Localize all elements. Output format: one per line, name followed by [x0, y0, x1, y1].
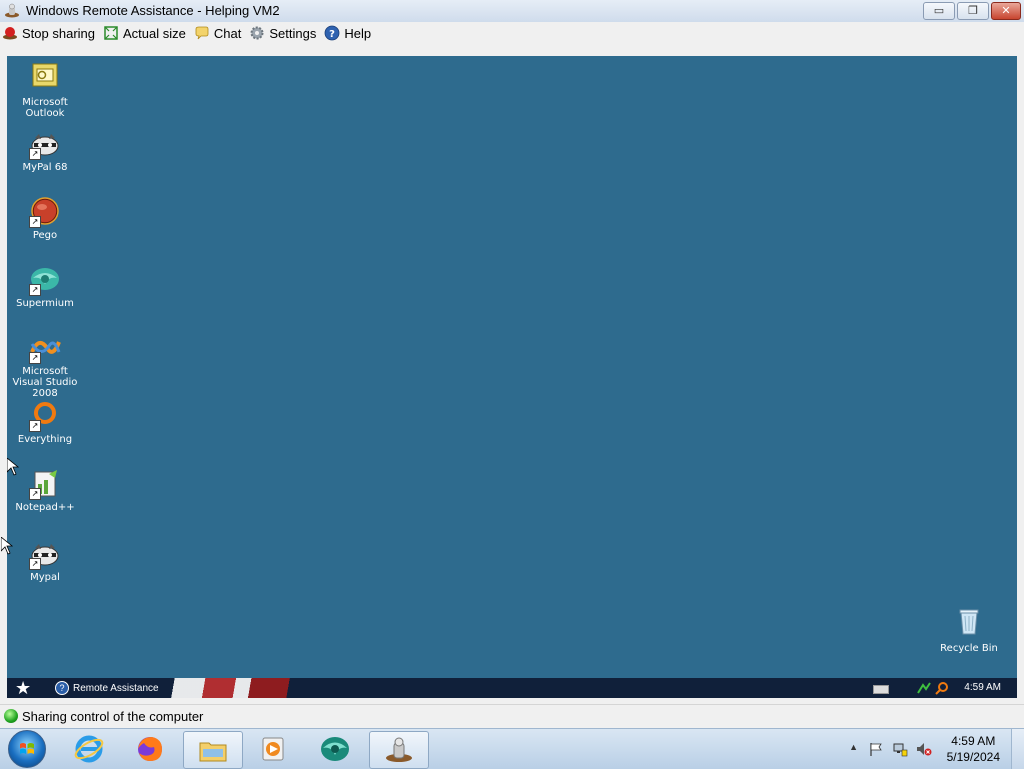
window-controls: ▭ ❐ ✕ — [923, 2, 1021, 20]
desktop-icon-outlook[interactable]: Microsoft Outlook — [7, 60, 83, 119]
settings-label: Settings — [269, 25, 317, 41]
windows-logo-icon — [20, 743, 34, 754]
recycle-bin-icon — [959, 609, 979, 635]
flag-decoration — [167, 678, 317, 698]
close-button[interactable]: ✕ — [991, 2, 1021, 20]
stop-sharing-label: Stop sharing — [22, 25, 95, 41]
desktop-icon-label: Mypal — [30, 572, 60, 583]
show-hidden-icons-button[interactable]: ▲ — [849, 742, 858, 752]
taskbar-pin-supermium[interactable] — [306, 731, 364, 767]
shortcut-arrow-icon: ↗ — [29, 148, 41, 160]
remote-taskbar: ★ ? Remote Assistance 4:59 AM — [7, 678, 1017, 698]
settings-button[interactable]: Settings — [249, 23, 316, 43]
volume-muted-icon[interactable] — [916, 741, 932, 757]
remote-desktop[interactable]: Microsoft Outlook ↗ MyPal 68 ↗ Pego ↗ Su… — [7, 56, 1017, 678]
visual-studio-icon: ↗ — [29, 332, 61, 364]
help-button[interactable]: ? Help — [324, 23, 371, 43]
shortcut-arrow-icon: ↗ — [29, 558, 41, 570]
taskbar-pin-file-explorer[interactable] — [183, 731, 243, 769]
shortcut-arrow-icon: ↗ — [29, 352, 41, 364]
supermium-icon — [321, 737, 349, 761]
desktop-icon-supermium[interactable]: ↗ Supermium — [7, 264, 83, 309]
desktop-icon-visual-studio[interactable]: ↗ Microsoft Visual Studio 2008 — [7, 332, 83, 399]
mypal-icon: ↗ — [29, 128, 61, 160]
remote-task-label: Remote Assistance — [73, 682, 159, 694]
stop-sharing-button[interactable]: Stop sharing — [2, 23, 95, 43]
desktop-icon-mypal-68[interactable]: ↗ MyPal 68 — [7, 128, 83, 173]
remote-assistance-icon — [5, 3, 19, 18]
shortcut-arrow-icon: ↗ — [29, 216, 41, 228]
toolbar: Stop sharing Actual size Chat Settings ?… — [0, 22, 1024, 44]
desktop-icon-mypal[interactable]: ↗ Mypal — [7, 538, 83, 583]
remote-start-button[interactable]: ★ — [15, 678, 31, 698]
help-label: Help — [344, 25, 372, 41]
desktop-icon-label: Microsoft Visual Studio 2008 — [12, 366, 78, 399]
svg-text:?: ? — [329, 29, 335, 40]
desktop-icon-label: Recycle Bin — [940, 643, 998, 654]
minimize-icon: ▭ — [933, 4, 945, 17]
status-text: Sharing control of the computer — [22, 708, 204, 724]
start-button[interactable] — [8, 730, 46, 768]
shortcut-arrow-icon: ↗ — [29, 284, 41, 296]
help-icon: ? — [55, 681, 69, 695]
chat-label: Chat — [213, 25, 242, 41]
notepadpp-icon: ↗ — [29, 468, 61, 500]
internet-explorer-icon — [74, 735, 104, 763]
host-taskbar: ▲ 4:59 AM 5/19/2024 — [0, 728, 1024, 769]
minimize-button[interactable]: ▭ — [923, 2, 955, 20]
chat-button[interactable]: Chat — [194, 23, 241, 43]
taskbar-pin-internet-explorer[interactable] — [60, 731, 118, 767]
help-icon: ? — [324, 25, 340, 41]
actual-size-button[interactable]: Actual size — [103, 23, 186, 43]
shortcut-arrow-icon: ↗ — [29, 420, 41, 432]
outlook-icon — [32, 63, 58, 87]
desktop-icon-label: Supermium — [16, 298, 74, 309]
chat-icon — [195, 26, 209, 40]
supermium-icon: ↗ — [29, 264, 61, 296]
title-bar: Windows Remote Assistance - Helping VM2 … — [0, 0, 1024, 23]
desktop-icon-everything[interactable]: ↗ Everything — [7, 400, 83, 445]
desktop-icon-label: MyPal 68 — [22, 162, 68, 173]
search-tray-icon[interactable] — [935, 681, 949, 695]
host-date: 5/19/2024 — [946, 750, 1000, 764]
remote-clock[interactable]: 4:59 AM — [964, 678, 1001, 698]
firefox-icon — [138, 737, 162, 761]
action-center-flag-icon[interactable] — [868, 741, 884, 757]
keyboard-icon[interactable] — [873, 685, 889, 694]
window-title: Windows Remote Assistance - Helping VM2 — [26, 3, 280, 18]
host-clock[interactable]: 4:59 AM 5/19/2024 — [947, 733, 1000, 765]
show-desktop-button[interactable] — [1011, 729, 1024, 769]
mypal-icon: ↗ — [29, 538, 61, 570]
desktop-icon-label: Pego — [32, 230, 58, 241]
gear-icon — [250, 26, 264, 40]
actual-size-icon — [104, 26, 118, 40]
taskbar-pin-media-player[interactable] — [244, 731, 302, 767]
network-tray-icon[interactable] — [917, 681, 931, 695]
remote-assistance-icon — [386, 737, 412, 762]
remote-taskbar-item[interactable]: ? Remote Assistance — [55, 680, 159, 696]
host-time: 4:59 AM — [951, 734, 996, 748]
desktop-icon-label: Notepad++ — [15, 502, 75, 513]
restore-icon: ❐ — [968, 4, 978, 17]
desktop-icon-label: Microsoft Outlook — [22, 97, 68, 119]
taskbar-pin-firefox[interactable] — [121, 731, 179, 767]
desktop-icon-pego[interactable]: ↗ Pego — [7, 196, 83, 241]
stop-sharing-icon — [3, 27, 17, 40]
shortcut-arrow-icon: ↗ — [29, 488, 41, 500]
taskbar-pin-remote-assistance[interactable] — [369, 731, 429, 769]
restore-button[interactable]: ❐ — [957, 2, 989, 20]
pego-icon: ↗ — [29, 196, 61, 228]
folder-icon — [199, 742, 227, 762]
media-player-icon — [262, 737, 284, 761]
desktop-icon-label: Everything — [17, 434, 73, 445]
mouse-cursor-icon — [7, 458, 19, 476]
status-indicator-icon — [4, 709, 18, 723]
network-icon[interactable] — [892, 741, 908, 757]
desktop-icon-recycle-bin[interactable]: Recycle Bin — [931, 606, 1007, 654]
actual-size-label: Actual size — [123, 25, 186, 41]
status-bar: Sharing control of the computer — [0, 704, 1024, 727]
mouse-cursor-icon — [1, 537, 13, 555]
everything-icon: ↗ — [29, 400, 61, 432]
close-icon: ✕ — [1001, 4, 1011, 17]
